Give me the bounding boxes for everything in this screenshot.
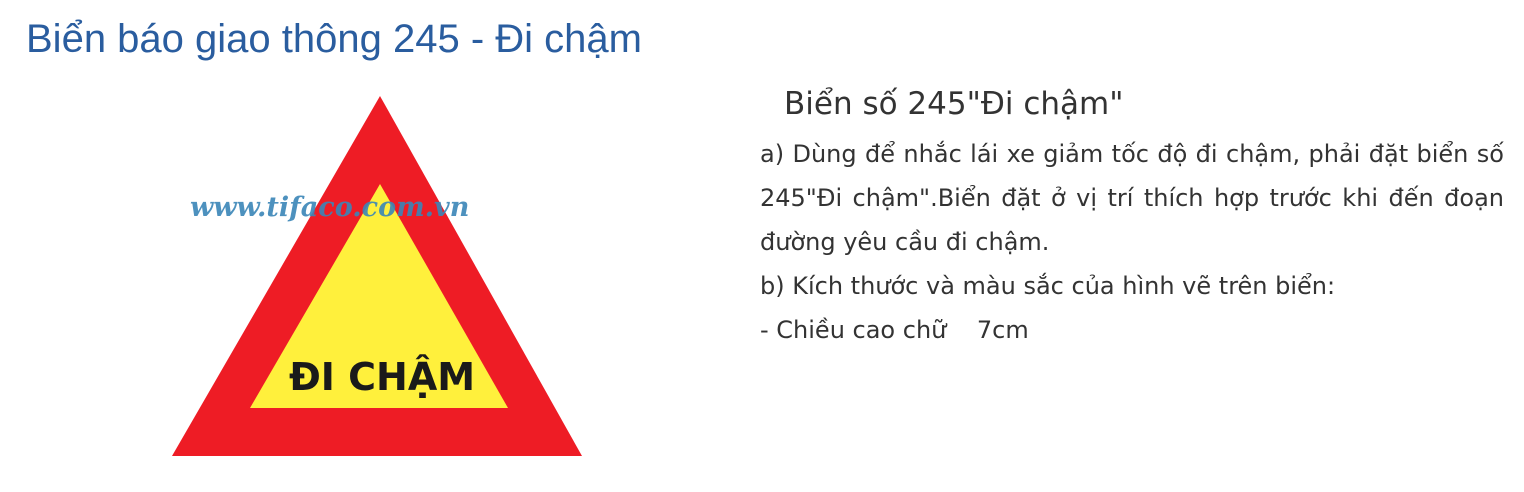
text-height-spec: - Chiều cao chữ 7cm bbox=[760, 316, 1029, 344]
sign-image: ĐI CHẬM www.tifaco.com.vn bbox=[160, 88, 600, 488]
paragraph-usage: a) Dùng để nhắc lái xe giảm tốc độ đi ch… bbox=[760, 140, 1504, 256]
paragraph-dimensions: b) Kích thước và màu sắc của hình vẽ trê… bbox=[760, 272, 1336, 300]
watermark-text: www.tifaco.com.vn bbox=[190, 192, 469, 223]
sign-text: ĐI CHẬM bbox=[289, 355, 475, 399]
page-title: Biển báo giao thông 245 - Đi chậm bbox=[26, 17, 642, 61]
sign-heading: Biển số 245"Đi chậm" bbox=[784, 86, 1124, 122]
sign-description: Biển số 245"Đi chậm" a) Dùng để nhắc lái… bbox=[760, 80, 1504, 352]
warning-triangle-sign: ĐI CHẬM www.tifaco.com.vn bbox=[172, 96, 582, 456]
